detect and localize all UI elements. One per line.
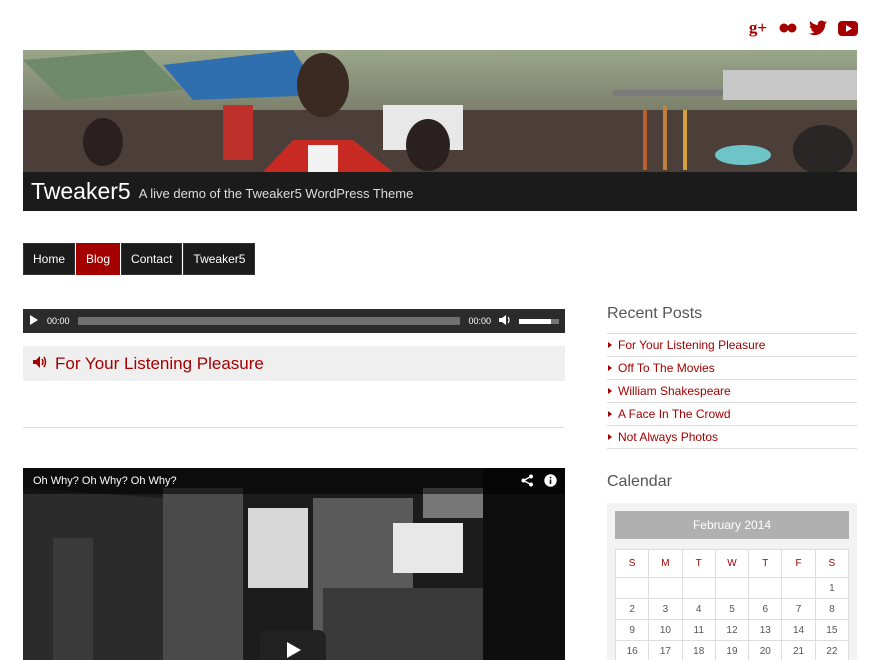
video-embed[interactable]: Oh Why? Oh Why? Oh Why? <box>23 468 565 660</box>
calendar-day <box>614 577 650 599</box>
volume-slider[interactable] <box>519 318 559 324</box>
calendar-day: 19 <box>714 640 750 660</box>
calendar-widget: February 2014 S M T W T F S 1 2 3 4 5 6 … <box>607 503 857 660</box>
nav-item-blog[interactable]: Blog <box>76 243 121 275</box>
calendar-day: 17 <box>648 640 683 660</box>
recent-post-link[interactable]: For Your Listening Pleasure <box>618 338 765 352</box>
recent-post-link[interactable]: William Shakespeare <box>618 384 731 398</box>
audio-player: 00:00 00:00 <box>23 309 565 333</box>
post-title[interactable]: For Your Listening Pleasure <box>55 354 264 374</box>
recent-post-item[interactable]: For Your Listening Pleasure <box>607 334 857 357</box>
calendar-day: 1 <box>814 577 850 599</box>
video-title[interactable]: Oh Why? Oh Why? Oh Why? <box>33 475 177 487</box>
volume-slider-fill <box>519 318 551 324</box>
calendar-day: 10 <box>648 619 683 641</box>
nav-item-tweaker5[interactable]: Tweaker5 <box>183 243 256 275</box>
calendar-day: 22 <box>814 640 850 660</box>
weekday-header: W <box>714 549 750 578</box>
play-icon <box>287 642 301 658</box>
flickr-icon[interactable] <box>778 18 798 38</box>
calendar-week-row: 1 <box>614 577 850 599</box>
calendar-week-row: 16 17 18 19 20 21 22 <box>614 640 850 660</box>
calendar-day: 21 <box>781 640 816 660</box>
recent-post-link[interactable]: Off To The Movies <box>618 361 715 375</box>
video-play-button[interactable] <box>260 630 326 660</box>
post-divider <box>23 427 565 428</box>
calendar-day: 12 <box>714 619 750 641</box>
twitter-icon[interactable] <box>808 18 828 38</box>
calendar-day: 16 <box>614 640 650 660</box>
arrow-right-icon <box>608 434 612 440</box>
recent-post-item[interactable]: Off To The Movies <box>607 357 857 380</box>
calendar-day <box>781 577 816 599</box>
calendar-week-row: 9 10 11 12 13 14 15 <box>614 619 850 641</box>
main-navigation: Home Blog Contact Tweaker5 <box>23 243 256 275</box>
calendar-day: 18 <box>681 640 716 660</box>
nav-item-home[interactable]: Home <box>23 243 76 275</box>
header-banner-image <box>23 50 857 172</box>
arrow-right-icon <box>608 411 612 417</box>
calendar-day <box>648 577 683 599</box>
site-title[interactable]: Tweaker5 <box>31 178 131 205</box>
recent-post-link[interactable]: A Face In The Crowd <box>618 407 731 421</box>
nav-item-contact[interactable]: Contact <box>121 243 183 275</box>
share-icon[interactable] <box>521 474 534 492</box>
sidebar: Recent Posts For Your Listening Pleasure… <box>607 305 857 449</box>
recent-post-item[interactable]: Not Always Photos <box>607 426 857 449</box>
site-branding: Tweaker5 A live demo of the Tweaker5 Wor… <box>23 172 857 211</box>
audio-current-time: 00:00 <box>47 316 70 326</box>
calendar-day: 2 <box>614 598 650 620</box>
calendar-day: 9 <box>614 619 650 641</box>
recent-post-item[interactable]: A Face In The Crowd <box>607 403 857 426</box>
arrow-right-icon <box>608 388 612 394</box>
recent-post-link[interactable]: Not Always Photos <box>618 430 718 444</box>
audio-format-icon <box>33 355 47 373</box>
weekday-header: S <box>814 549 850 578</box>
weekday-header: F <box>781 549 816 578</box>
weekday-header: M <box>648 549 683 578</box>
post-header: For Your Listening Pleasure <box>23 346 565 381</box>
calendar-day: 20 <box>748 640 783 660</box>
recent-posts-title: Recent Posts <box>607 305 703 322</box>
play-icon[interactable] <box>29 312 39 330</box>
calendar-month: February 2014 <box>615 511 849 539</box>
calendar-day: 13 <box>748 619 783 641</box>
calendar-week-row: 2 3 4 5 6 7 8 <box>614 598 850 620</box>
recent-post-item[interactable]: William Shakespeare <box>607 380 857 403</box>
calendar-day: 7 <box>781 598 816 620</box>
weekday-header: S <box>614 549 650 578</box>
calendar-day <box>748 577 783 599</box>
recent-posts-list: For Your Listening Pleasure Off To The M… <box>607 333 857 449</box>
video-actions <box>521 474 557 492</box>
weekday-header: T <box>681 549 716 578</box>
calendar-day <box>681 577 716 599</box>
calendar-day: 5 <box>714 598 750 620</box>
arrow-right-icon <box>608 342 612 348</box>
calendar-day: 11 <box>681 619 716 641</box>
site-header: Tweaker5 A live demo of the Tweaker5 Wor… <box>23 50 857 211</box>
calendar-table: S M T W T F S 1 2 3 4 5 6 7 8 9 10 11 12… <box>614 549 850 660</box>
calendar-day <box>714 577 750 599</box>
calendar-day: 3 <box>648 598 683 620</box>
site-description: A live demo of the Tweaker5 WordPress Th… <box>138 186 414 201</box>
volume-icon[interactable] <box>499 312 511 330</box>
calendar-title: Calendar <box>607 473 672 490</box>
weekday-header: T <box>748 549 783 578</box>
calendar-day: 4 <box>681 598 716 620</box>
calendar-day: 6 <box>748 598 783 620</box>
social-links: g+ <box>748 18 858 38</box>
calendar-day: 8 <box>814 598 850 620</box>
audio-duration: 00:00 <box>468 316 491 326</box>
audio-progress-track[interactable] <box>77 317 461 325</box>
calendar-day: 15 <box>814 619 850 641</box>
youtube-icon[interactable] <box>838 18 858 38</box>
calendar-day: 14 <box>781 619 816 641</box>
info-icon[interactable] <box>544 474 557 492</box>
arrow-right-icon <box>608 365 612 371</box>
google-plus-icon[interactable]: g+ <box>748 18 768 38</box>
calendar-weekday-row: S M T W T F S <box>614 549 850 578</box>
